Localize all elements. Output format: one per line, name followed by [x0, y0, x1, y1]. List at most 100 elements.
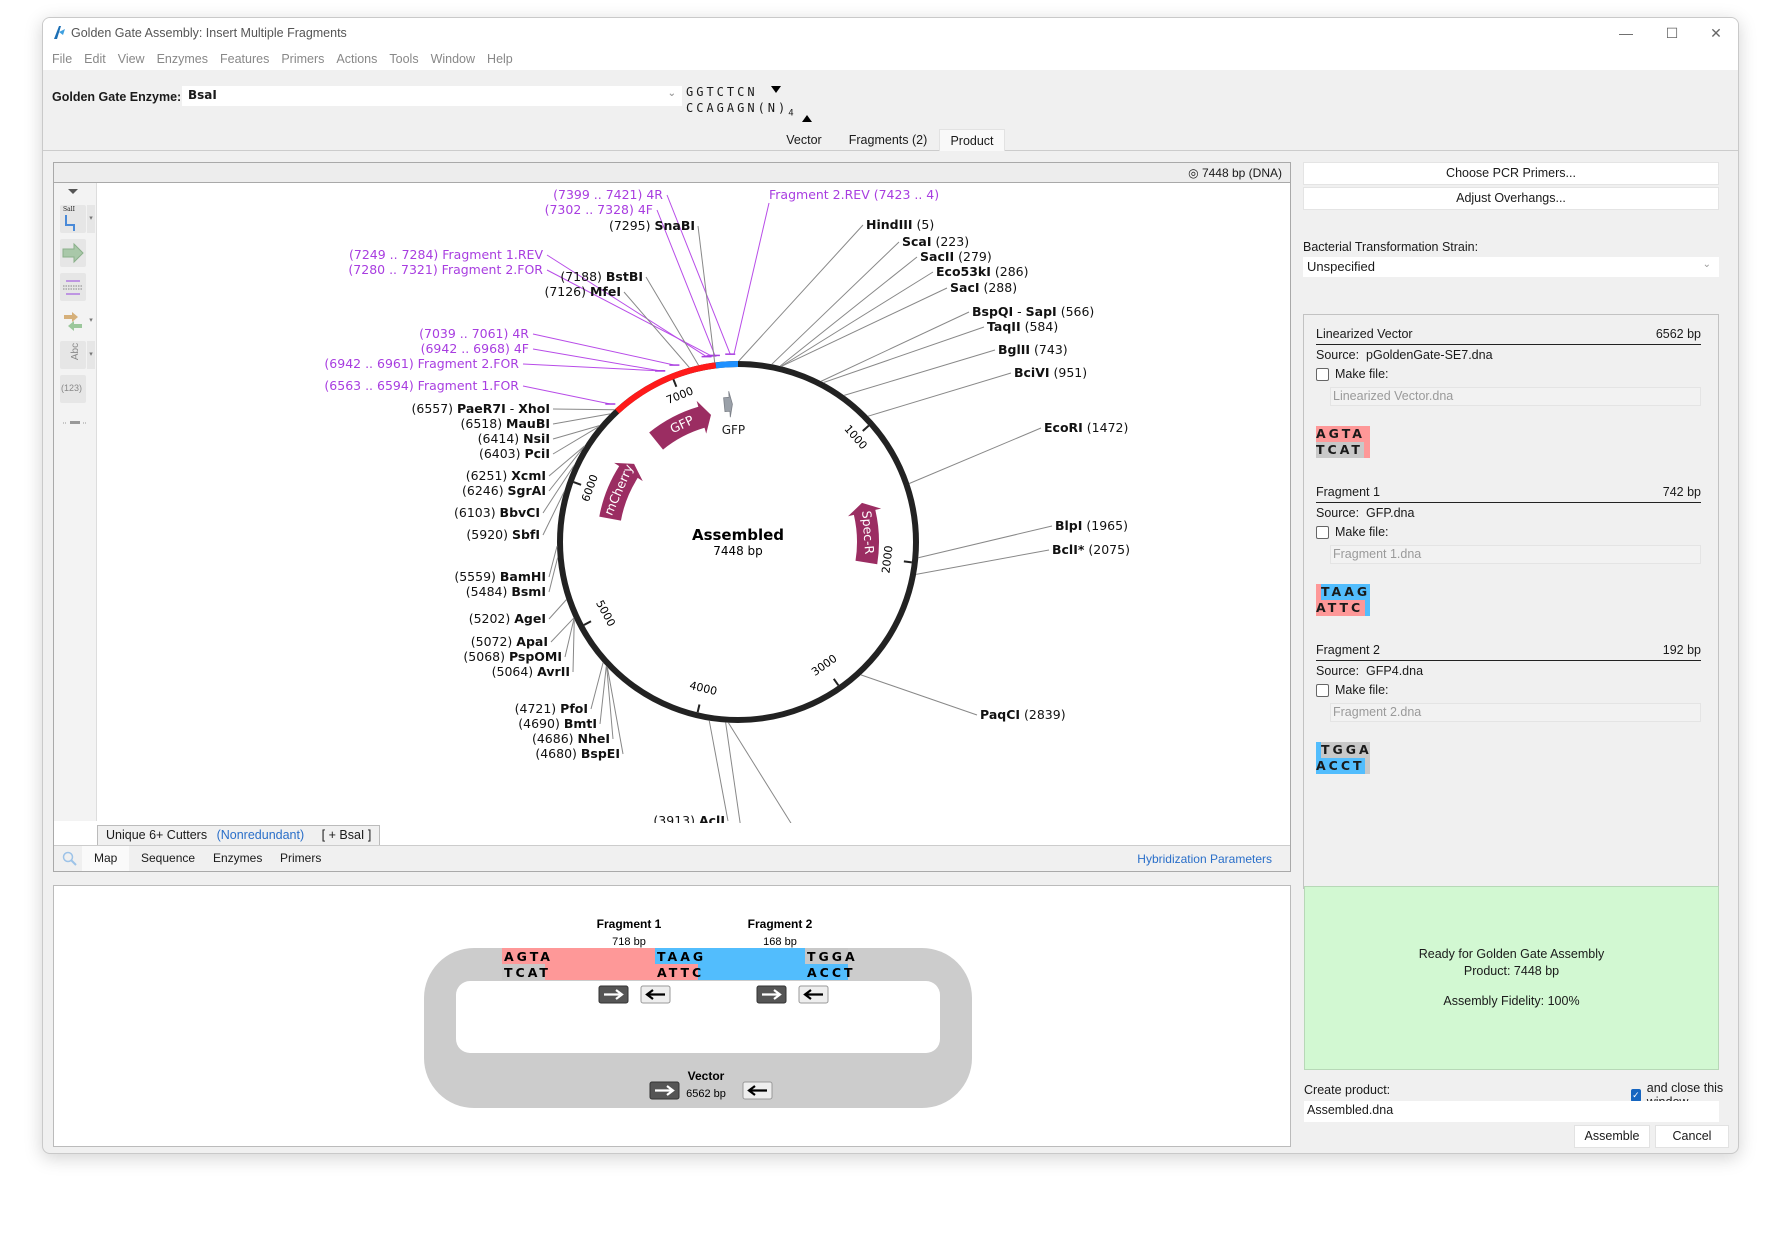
product-name-input[interactable]: Assembled.dna	[1304, 1101, 1719, 1122]
tick-label: 2000	[879, 545, 895, 574]
primer-label: (6942 .. 6968) 4F	[421, 341, 529, 356]
text-label-button[interactable]: Abc	[60, 341, 86, 369]
tab-product[interactable]: Product	[939, 129, 1005, 151]
minimize-button[interactable]: —	[1606, 22, 1646, 44]
assemble-button[interactable]: Assemble	[1574, 1125, 1650, 1148]
filename-input[interactable]: Fragment 2.dna	[1330, 703, 1701, 722]
enzyme-site-label: (6103) BbvCI	[454, 505, 540, 520]
cancel-button[interactable]: Cancel	[1655, 1125, 1729, 1148]
enzyme-site-label: (6518) MauBI	[461, 416, 551, 431]
close-button[interactable]: ✕	[1696, 22, 1736, 44]
menu-view[interactable]: View	[112, 48, 151, 70]
make-file-checkbox[interactable]	[1316, 683, 1329, 697]
part-header: Fragment 1 742 bp	[1316, 485, 1701, 503]
source-label: Source:	[1316, 664, 1360, 678]
search-icon[interactable]	[62, 851, 78, 867]
enzyme-set-tab[interactable]: Unique 6+ Cutters (Nonredundant) [ + Bsa…	[97, 825, 381, 845]
tab-fragments[interactable]: Fragments (2)	[839, 129, 937, 151]
primer-button[interactable]	[60, 273, 86, 301]
primer-label: (7399 .. 7421) 4R	[553, 187, 663, 202]
assembly-diagram: AGTA TCAT TAAG ATTC TGGA ACCT Fragment 1…	[424, 917, 972, 1108]
vector-reverse-primer-button[interactable]	[742, 1081, 773, 1100]
menu-file[interactable]: File	[43, 48, 78, 70]
fragment-2-reverse-primer-button[interactable]	[798, 985, 829, 1004]
status-product: Product: 7448 bp	[1463, 964, 1560, 978]
vector-forward-primer-button[interactable]	[649, 1081, 680, 1100]
enzyme-site-label-leader	[738, 224, 864, 362]
close-window-checkbox[interactable]: ✓	[1631, 1088, 1641, 1102]
hybridization-parameters-link[interactable]: Hybridization Parameters	[1137, 852, 1272, 866]
fragment-1-reverse-primer-button[interactable]	[640, 985, 671, 1004]
part-source: Source: GFP4.dna	[1316, 664, 1701, 678]
menu-primers[interactable]: Primers	[275, 48, 330, 70]
part-source: Source: pGoldenGate-SE7.dna	[1316, 348, 1701, 362]
enzyme-site-label-leader	[708, 720, 729, 822]
text-label-icon: Abc	[70, 342, 82, 361]
enzyme-site-label: BspQI - SapI (566)	[972, 304, 1094, 319]
filename-input[interactable]: Linearized Vector.dna	[1330, 387, 1701, 406]
fragment-2-size: 168 bp	[763, 936, 797, 948]
fragment-segment-2	[715, 361, 739, 369]
overhang-bottom: ACCT	[1316, 758, 1365, 774]
orf-dropdown[interactable]: ▾	[87, 307, 95, 335]
filename-input[interactable]: Fragment 1.dna	[1330, 545, 1701, 564]
tab-vector[interactable]: Vector	[771, 129, 837, 151]
strain-select[interactable]: Unspecified ⌄	[1303, 257, 1719, 277]
tab-sequence[interactable]: Sequence	[129, 846, 207, 871]
adjust-overhangs-button[interactable]: Adjust Overhangs...	[1303, 187, 1719, 210]
tab-primers[interactable]: Primers	[268, 846, 333, 871]
enzyme-site-label-leader	[725, 722, 741, 823]
enzyme-site-label-leader	[590, 662, 604, 710]
restriction-site-icon-label: SalI	[63, 206, 75, 213]
tab-map[interactable]: Map	[82, 846, 130, 871]
restriction-site-button[interactable]: SalI	[60, 205, 86, 233]
tick-label: 3000	[809, 652, 839, 679]
enzyme-value: BsaI	[188, 88, 217, 102]
menu-window[interactable]: Window	[425, 48, 481, 70]
vector-name: Vector	[688, 1069, 725, 1083]
menu-tools[interactable]: Tools	[383, 48, 424, 70]
enzyme-site-label: EcoRI (1472)	[1044, 420, 1128, 435]
map-length: 7448 bp	[713, 544, 763, 558]
tick-label: 1000	[841, 423, 869, 453]
toolbar-collapse-icon[interactable]	[68, 189, 78, 194]
overhang-2-bottom: ATTC	[657, 965, 704, 980]
menu-edit[interactable]: Edit	[78, 48, 112, 70]
ruler-icon[interactable]	[62, 415, 88, 424]
fragment-segment-1	[615, 362, 717, 414]
menu-features[interactable]: Features	[214, 48, 275, 70]
maximize-button[interactable]: ☐	[1652, 22, 1692, 44]
menu-enzymes[interactable]: Enzymes	[151, 48, 214, 70]
primer-label: (6563 .. 6594) Fragment 1.FOR	[324, 378, 519, 393]
text-label-dropdown[interactable]: ▾	[87, 341, 95, 369]
enzyme-site-label: BciVI (951)	[1014, 365, 1087, 380]
enzyme-site-label: (7126) MfeI	[544, 284, 621, 299]
enzyme-site-label-leader	[771, 241, 900, 365]
strain-value: Unspecified	[1307, 259, 1375, 274]
restriction-site-dropdown[interactable]: ▾	[87, 205, 95, 233]
fragment-2-name: Fragment 2	[748, 917, 813, 931]
enzyme-site-label-leader	[697, 225, 716, 363]
enzyme-site-label-leader	[844, 349, 996, 396]
tab-enzymes[interactable]: Enzymes	[201, 846, 274, 871]
plasmid-map[interactable]: 1000200030004000500060007000GFPmCherrySp…	[97, 183, 1290, 823]
fragment-1-forward-primer-button[interactable]	[598, 985, 629, 1004]
numbers-button[interactable]: (123)	[60, 375, 86, 403]
make-file-checkbox[interactable]	[1316, 525, 1329, 539]
menu-help[interactable]: Help	[481, 48, 519, 70]
feature-button[interactable]	[60, 239, 86, 267]
create-product-label: Create product:	[1304, 1083, 1391, 1097]
orf-button[interactable]	[60, 307, 86, 335]
choose-pcr-primers-button[interactable]: Choose PCR Primers...	[1303, 162, 1719, 185]
fragment-2-forward-primer-button[interactable]	[756, 985, 787, 1004]
enzyme-select[interactable]: BsaI ⌄	[182, 86, 682, 106]
enzyme-site-label: (5064) AvrII	[492, 664, 570, 679]
tick-2000	[903, 560, 912, 564]
part-source: Source: GFP.dna	[1316, 506, 1701, 520]
make-file-checkbox[interactable]	[1316, 367, 1329, 381]
menu-actions[interactable]: Actions	[330, 48, 383, 70]
source-file: GFP.dna	[1366, 506, 1415, 520]
tick-4000	[696, 704, 701, 713]
enzyme-site-label-leader	[548, 545, 558, 578]
parts-list: Linearized Vector 6562 bp Source: pGolden…	[1303, 314, 1719, 889]
